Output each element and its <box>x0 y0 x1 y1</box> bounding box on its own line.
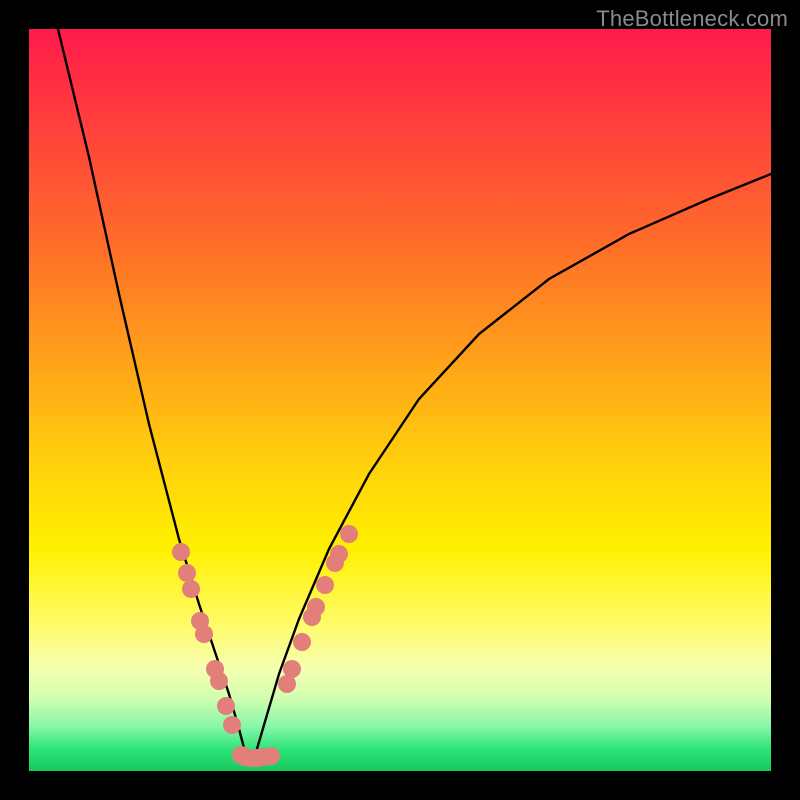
marker-dot <box>254 748 272 766</box>
marker-dot <box>210 672 228 690</box>
chart-frame: TheBottleneck.com <box>0 0 800 800</box>
marker-dot <box>191 612 209 630</box>
watermark-text: TheBottleneck.com <box>596 6 788 32</box>
chart-svg <box>29 29 771 771</box>
marker-dot <box>232 746 250 764</box>
marker-dot <box>326 554 344 572</box>
bottleneck-curve <box>58 29 771 759</box>
marker-group <box>172 525 358 767</box>
marker-dot <box>182 580 200 598</box>
plot-area <box>29 29 771 771</box>
marker-dot <box>178 564 196 582</box>
marker-dot <box>172 543 190 561</box>
marker-dot <box>262 747 280 765</box>
marker-dot <box>248 749 266 767</box>
marker-dot <box>217 697 235 715</box>
marker-dot <box>316 576 334 594</box>
marker-dot <box>206 660 224 678</box>
marker-dot <box>283 660 301 678</box>
marker-dot <box>330 545 348 563</box>
marker-dot <box>303 608 321 626</box>
marker-dot <box>236 748 254 766</box>
marker-dot <box>223 716 241 734</box>
marker-dot <box>340 525 358 543</box>
marker-dot <box>293 633 311 651</box>
marker-dot <box>195 625 213 643</box>
marker-dot <box>307 598 325 616</box>
marker-dot <box>242 749 260 767</box>
marker-dot <box>278 675 296 693</box>
